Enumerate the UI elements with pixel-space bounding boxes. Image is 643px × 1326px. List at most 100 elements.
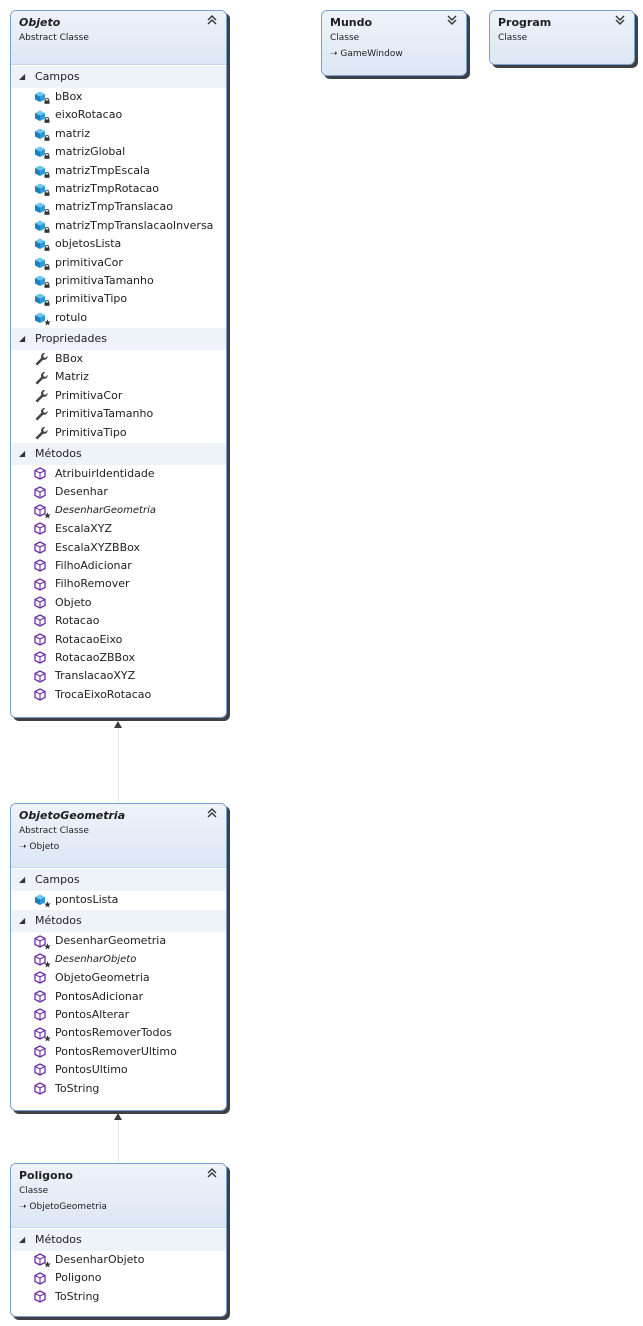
base-class-name: ObjetoGeometria <box>29 1202 107 1212</box>
class-title: ObjetoGeometria <box>19 809 126 822</box>
method-item[interactable]: ToString <box>11 1288 226 1306</box>
member-name: pontosLista <box>55 893 119 906</box>
class-stereotype: Classe <box>498 33 528 43</box>
class-objetogeometria-header[interactable]: ObjetoGeometria Abstract Classe ➝ Objeto <box>11 804 226 868</box>
inherits-arrow-icon: ➝ <box>19 842 27 852</box>
member-name: EscalaXYZ <box>55 522 113 536</box>
method-item[interactable]: AtribuirIdentidade <box>11 465 226 483</box>
method-item[interactable]: Objeto <box>11 594 226 612</box>
method-item[interactable]: DesenharObjeto <box>11 1251 226 1269</box>
class-mundo-header[interactable]: Mundo Classe ➝ GameWindow <box>322 11 466 75</box>
expand-triangle-icon[interactable]: ◢ <box>19 443 35 465</box>
member-name: rotulo <box>55 310 88 324</box>
field-item[interactable]: matrizTmpEscala <box>11 162 226 180</box>
field-item[interactable]: primitivaTipo <box>11 290 226 308</box>
class-mundo[interactable]: Mundo Classe ➝ GameWindow <box>321 10 467 76</box>
expand-triangle-icon[interactable]: ◢ <box>19 66 35 88</box>
section-metodos[interactable]: ◢ Métodos <box>11 1228 226 1251</box>
member-name: primitivaCor <box>55 255 123 269</box>
property-item[interactable]: BBox <box>11 350 226 368</box>
member-name: PontosRemoverUltimo <box>55 1044 177 1058</box>
section-metodos[interactable]: ◢ Métodos <box>11 442 226 466</box>
method-item[interactable]: DesenharGeometria <box>11 502 226 520</box>
class-poligono-header[interactable]: Poligono Classe ➝ ObjetoGeometria <box>11 1164 226 1228</box>
expand-triangle-icon[interactable]: ◢ <box>19 869 35 891</box>
method-item[interactable]: DesenharGeometria <box>11 932 226 950</box>
member-name: bBox <box>55 90 83 103</box>
class-objetogeometria[interactable]: ObjetoGeometria Abstract Classe ➝ Objeto… <box>10 803 227 1111</box>
member-name: matrizTmpTranslacaoInversa <box>55 218 214 232</box>
method-icon <box>33 1007 55 1023</box>
member-name: objetosLista <box>55 237 122 251</box>
class-program[interactable]: Program Classe <box>489 10 635 65</box>
expand-triangle-icon[interactable]: ◢ <box>19 910 35 932</box>
section-campos[interactable]: ◢ Campos <box>11 65 226 88</box>
method-item[interactable]: PontosUltimo <box>11 1061 226 1079</box>
field-item[interactable]: matrizTmpRotacao <box>11 180 226 198</box>
expand-triangle-icon[interactable]: ◢ <box>19 328 35 350</box>
collapse-chevron-icon[interactable] <box>206 807 218 819</box>
collapse-chevron-icon[interactable] <box>206 14 218 26</box>
class-objeto-header[interactable]: Objeto Abstract Classe <box>11 11 226 65</box>
field-item[interactable]: matrizTmpTranslacao <box>11 198 226 216</box>
method-item[interactable]: Poligono <box>11 1269 226 1287</box>
method-icon <box>33 934 55 950</box>
collapse-chevron-icon[interactable] <box>206 1167 218 1179</box>
method-item[interactable]: RotacaoEixo <box>11 631 226 649</box>
member-name: ObjetoGeometria <box>55 971 150 985</box>
inheritance-arrow-objeto <box>114 721 122 728</box>
field-icon <box>33 126 55 142</box>
method-item[interactable]: PontosRemoverTodos <box>11 1024 226 1042</box>
class-program-header[interactable]: Program Classe <box>490 11 634 64</box>
field-item[interactable]: matrizGlobal <box>11 143 226 161</box>
method-item[interactable]: ObjetoGeometria <box>11 969 226 987</box>
expand-chevron-icon[interactable] <box>614 14 626 26</box>
section-metodos[interactable]: ◢ Métodos <box>11 909 226 933</box>
field-item[interactable]: primitivaTamanho <box>11 272 226 290</box>
method-item[interactable]: FilhoRemover <box>11 575 226 593</box>
method-item[interactable]: TrocaEixoRotacao <box>11 686 226 704</box>
method-item[interactable]: EscalaXYZBBox <box>11 539 226 557</box>
method-item[interactable]: ToString <box>11 1080 226 1098</box>
field-item[interactable]: pontosLista <box>11 891 226 909</box>
field-icon <box>33 255 55 271</box>
field-item[interactable]: matrizTmpTranslacaoInversa <box>11 217 226 235</box>
field-item[interactable]: rotulo <box>11 309 226 327</box>
class-objeto[interactable]: Objeto Abstract Classe ◢ Campos bBox eixoR… <box>10 10 227 718</box>
member-name: Poligono <box>55 1271 102 1285</box>
method-icon <box>33 613 55 629</box>
class-poligono[interactable]: Poligono Classe ➝ ObjetoGeometria ◢ Métod… <box>10 1163 227 1317</box>
method-item[interactable]: Rotacao <box>11 612 226 630</box>
section-propriedades[interactable]: ◢ Propriedades <box>11 327 226 351</box>
method-item[interactable]: PontosRemoverUltimo <box>11 1043 226 1061</box>
field-icon <box>33 163 55 179</box>
member-name: PrimitivaTamanho <box>55 407 154 421</box>
property-item[interactable]: PrimitivaTipo <box>11 424 226 442</box>
method-item[interactable]: TranslacaoXYZ <box>11 667 226 685</box>
method-item[interactable]: EscalaXYZ <box>11 520 226 538</box>
field-item[interactable]: primitivaCor <box>11 254 226 272</box>
property-item[interactable]: PrimitivaTamanho <box>11 405 226 423</box>
expand-chevron-icon[interactable] <box>446 14 458 26</box>
member-name: primitivaTamanho <box>55 273 154 287</box>
field-item[interactable]: eixoRotacao <box>11 106 226 124</box>
expand-triangle-icon[interactable]: ◢ <box>19 1229 35 1251</box>
method-item[interactable]: FilhoAdicionar <box>11 557 226 575</box>
field-icon <box>33 200 55 216</box>
field-item[interactable]: matriz <box>11 125 226 143</box>
property-item[interactable]: PrimitivaCor <box>11 387 226 405</box>
method-item[interactable]: PontosAlterar <box>11 1006 226 1024</box>
inheritance-arrow-objetogeometria <box>114 1113 122 1120</box>
section-campos[interactable]: ◢ Campos <box>11 868 226 891</box>
method-item[interactable]: Desenhar <box>11 483 226 501</box>
field-icon <box>33 892 55 908</box>
method-item[interactable]: DesenharObjeto <box>11 951 226 969</box>
method-item[interactable]: RotacaoZBBox <box>11 649 226 667</box>
field-item[interactable]: bBox <box>11 88 226 106</box>
member-name: BBox <box>55 352 83 366</box>
field-item[interactable]: objetosLista <box>11 235 226 253</box>
property-item[interactable]: Matriz <box>11 368 226 386</box>
field-icon <box>33 144 55 160</box>
member-name: Objeto <box>55 595 92 609</box>
method-item[interactable]: PontosAdicionar <box>11 988 226 1006</box>
